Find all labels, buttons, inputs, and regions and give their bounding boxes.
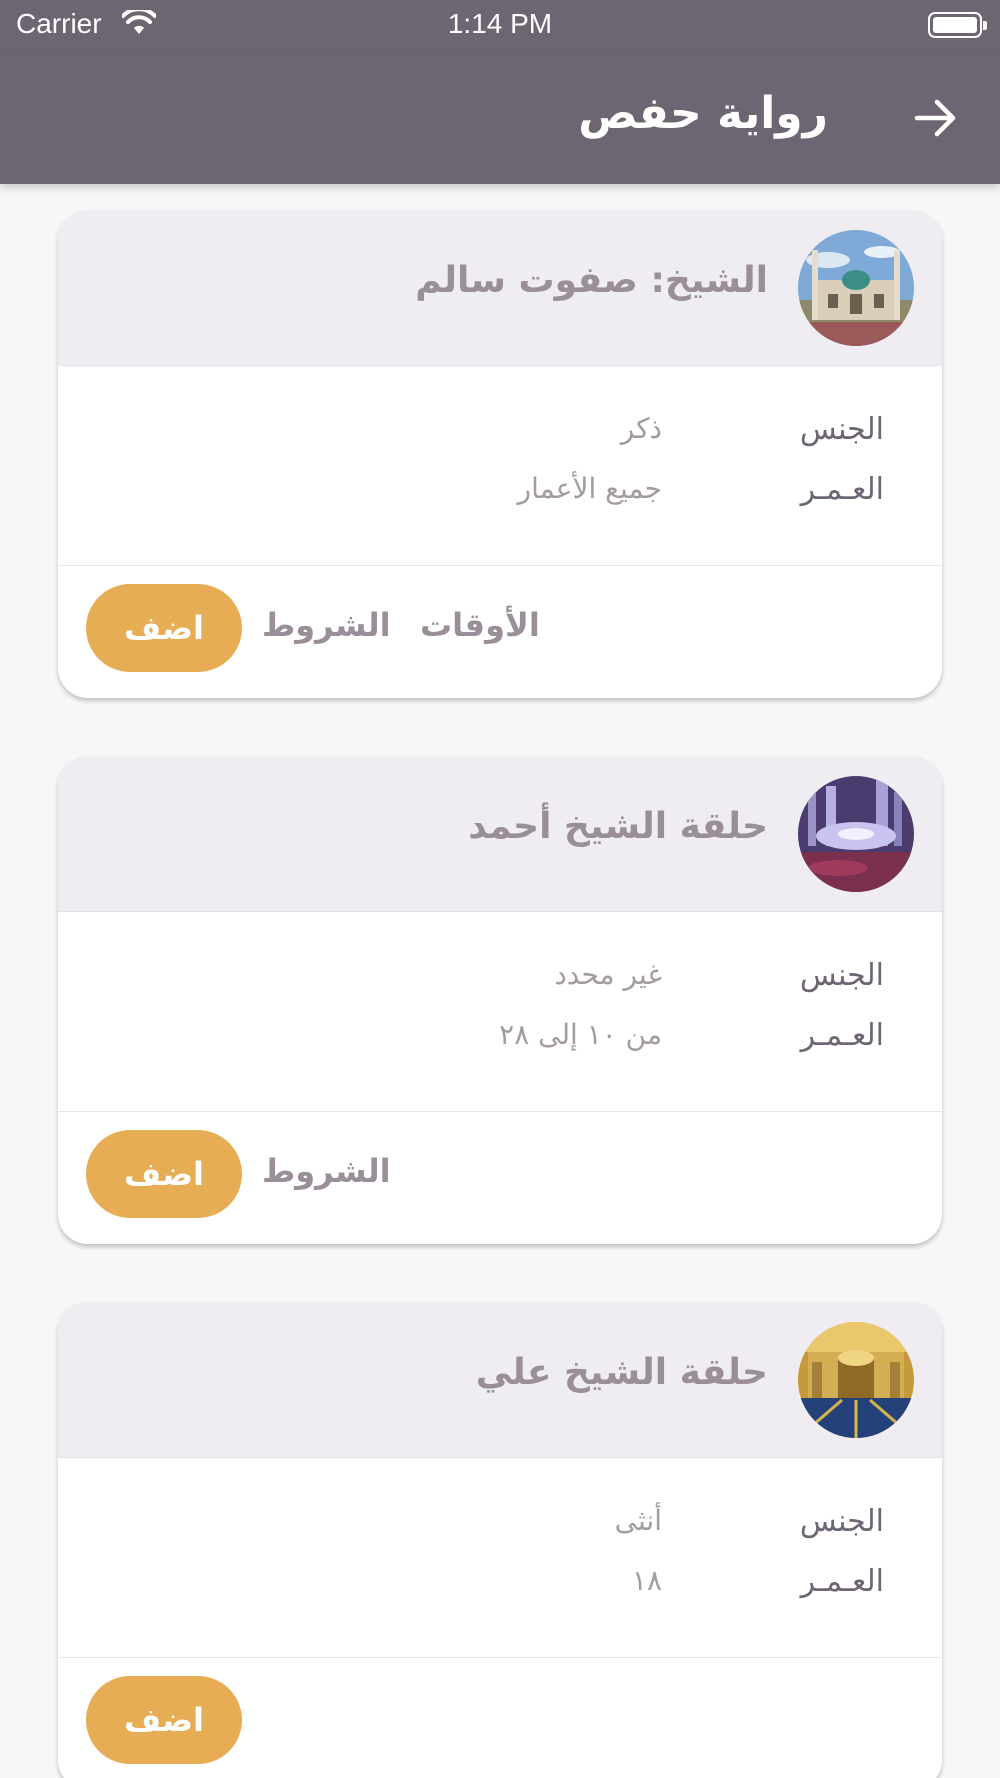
status-bar: Carrier 1:14 PM [0,0,1000,52]
page-title: رواية حفص [578,88,828,139]
card-details: الجنس ذكر العـمـر جميع الأعمار [58,366,942,566]
age-row: العـمـر ١٨ [58,1564,942,1614]
clock: 1:14 PM [447,8,553,39]
conditions-link[interactable]: الشروط [262,1152,391,1190]
gender-label: الجنس [799,1504,884,1539]
times-link[interactable]: الأوقات [420,606,540,644]
avatar [798,776,914,892]
age-label: العـمـر [800,1564,884,1599]
avatar [798,230,914,346]
card-title: الشيخ: صفوت سالم [415,260,768,301]
conditions-link[interactable]: الشروط [262,606,391,644]
gender-label: الجنس [799,958,884,993]
arrow-right-icon[interactable] [908,90,964,146]
age-label: العـمـر [800,1018,884,1053]
battery-icon [928,12,987,38]
card-header: الشيخ: صفوت سالم [58,210,942,366]
gender-row: الجنس غير محدد [58,958,942,1008]
circle-card: حلقة الشيخ علي الجنس أنثى العـمـر ١٨ اضف [58,1302,942,1778]
nav-bar: رواية حفص [0,52,1000,184]
age-row: العـمـر جميع الأعمار [58,472,942,522]
card-header: حلقة الشيخ أحمد [58,756,942,912]
age-value: جميع الأعمار [517,472,662,505]
avatar [798,1322,914,1438]
circle-card: حلقة الشيخ أحمد الجنس غير محدد العـمـر م… [58,756,942,1244]
age-value: ١٨ [631,1564,662,1597]
gender-value: ذكر [620,412,662,445]
card-header: حلقة الشيخ علي [58,1302,942,1458]
circle-card: الشيخ: صفوت سالم الجنس ذكر العـمـر جميع … [58,210,942,698]
age-label: العـمـر [800,472,884,507]
card-details: الجنس غير محدد العـمـر من ١٠ إلى ٢٨ [58,912,942,1112]
add-button[interactable]: اضف [86,584,242,672]
gender-row: الجنس ذكر [58,412,942,462]
card-actions: الأوقات الشروط اضف [58,566,942,698]
gender-value: غير محدد [554,958,662,991]
age-value: من ١٠ إلى ٢٨ [499,1018,662,1051]
add-button[interactable]: اضف [86,1676,242,1764]
card-title: حلقة الشيخ علي [475,1352,768,1393]
card-details: الجنس أنثى العـمـر ١٨ [58,1458,942,1658]
gender-label: الجنس [799,412,884,447]
card-actions: الشروط اضف [58,1112,942,1244]
gender-row: الجنس أنثى [58,1504,942,1554]
circle-list[interactable]: الشيخ: صفوت سالم الجنس ذكر العـمـر جميع … [0,184,1000,1778]
card-title: حلقة الشيخ أحمد [468,806,768,847]
age-row: العـمـر من ١٠ إلى ٢٨ [58,1018,942,1068]
add-button[interactable]: اضف [86,1130,242,1218]
card-actions: اضف [58,1658,942,1778]
gender-value: أنثى [614,1504,662,1537]
